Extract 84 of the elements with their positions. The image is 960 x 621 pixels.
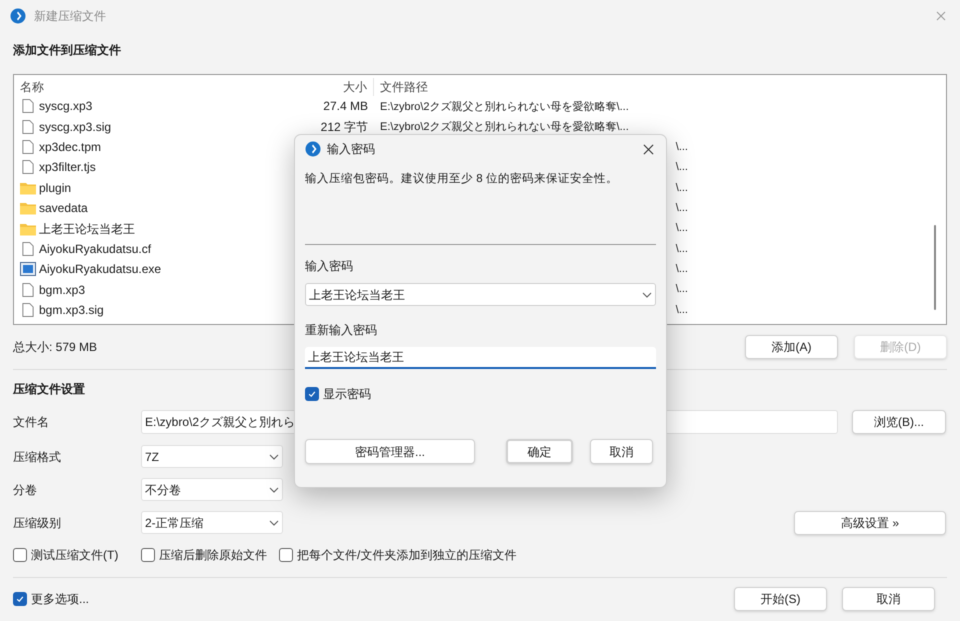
checkbox-label: 把每个文件/文件夹添加到独立的压缩文件: [297, 547, 516, 564]
chevron-down-icon: [269, 454, 279, 460]
checkbox[interactable]: [279, 548, 293, 562]
file-name: syscg.xp3.sig: [39, 118, 112, 136]
scrollbar-thumb[interactable]: [934, 225, 936, 310]
dialog-description: 输入压缩包密码。建议使用至少 8 位的密码来保证安全性。: [305, 171, 619, 187]
application-icon: [20, 262, 36, 276]
section-heading: 压缩文件设置: [13, 381, 85, 398]
select-dropdown[interactable]: 不分卷: [141, 478, 283, 501]
field-label: 重新输入密码: [305, 322, 378, 340]
field-label: 输入密码: [305, 258, 354, 276]
file-path: \...: [676, 282, 688, 298]
file-name: plugin: [39, 180, 72, 197]
file-name: xp3dec.tpm: [39, 138, 102, 156]
dialog-title: 输入密码: [327, 141, 375, 158]
file-path: E:\zybro\2クズ親父と別れられない母を愛欲略奪\...: [380, 121, 629, 134]
dialog-button[interactable]: 确定: [506, 439, 573, 464]
footer-button[interactable]: 取消: [842, 587, 935, 611]
advanced-settings-button[interactable]: 高级设置 »: [794, 510, 946, 534]
file-path: \...: [676, 180, 688, 196]
checkbox-label: 显示密码: [323, 386, 371, 404]
file-path: \...: [676, 140, 688, 155]
folder-icon: [20, 180, 36, 195]
column-header[interactable]: 名称: [14, 78, 314, 96]
checkbox[interactable]: [13, 548, 27, 562]
checkbox[interactable]: [13, 592, 27, 606]
field-label: 压缩级别: [13, 514, 62, 532]
folder-icon: [20, 201, 36, 216]
file-icon: [22, 98, 34, 114]
file-size: 212 字节: [320, 120, 368, 134]
window-title: 新建压缩文件: [34, 8, 106, 25]
file-path: \...: [676, 262, 688, 278]
close-icon: [643, 144, 654, 154]
column-header[interactable]: 文件路径: [374, 78, 946, 96]
select-dropdown[interactable]: 7Z: [141, 445, 283, 468]
section-heading: 添加文件到压缩文件: [13, 42, 121, 59]
file-name: bgm.xp3.sig: [39, 302, 104, 320]
file-icon: [22, 240, 34, 257]
file-name: AiyokuRyakudatsu.cf: [39, 240, 152, 258]
file-icon: [22, 282, 34, 298]
field-label: 文件名: [13, 414, 50, 431]
app-icon: [305, 141, 321, 157]
total-size: 总大小: 579 MB: [13, 339, 98, 356]
file-name: savedata: [39, 200, 88, 218]
folder-icon: [20, 222, 36, 236]
chevron-down-icon: [269, 520, 279, 526]
chevron-down-icon: [269, 486, 279, 492]
field-label: 分卷: [13, 482, 38, 498]
checkbox-label: 测试压缩文件(T): [31, 547, 118, 564]
file-path: E:\zybro\2クズ親父と別れられない母を愛欲略奪\...: [380, 100, 629, 113]
password-combo[interactable]: 上老王论坛当老王: [305, 283, 656, 306]
file-icon: [22, 159, 34, 176]
checkbox-label: 更多选项...: [31, 591, 90, 608]
chevron-down-icon: [642, 292, 652, 298]
file-path: \...: [676, 200, 688, 216]
dialog-button[interactable]: 密码管理器...: [305, 439, 475, 464]
browse-button[interactable]: 浏览(B)...: [852, 410, 946, 434]
file-path: \...: [676, 221, 688, 236]
list-button[interactable]: 添加(A): [745, 335, 838, 359]
file-path: \...: [676, 242, 688, 257]
file-icon: [22, 118, 34, 135]
file-name: syscg.xp3: [39, 98, 92, 116]
password-field[interactable]: 上老王论坛当老王: [305, 347, 656, 370]
field-label: 压缩格式: [13, 448, 62, 466]
file-name: bgm.xp3: [39, 282, 86, 299]
check-icon: [307, 389, 317, 400]
file-size: 27.4 MB: [323, 99, 368, 114]
file-name: AiyokuRyakudatsu.exe: [39, 261, 162, 278]
file-icon: [22, 302, 34, 318]
footer-button[interactable]: 开始(S): [734, 587, 827, 611]
checkbox[interactable]: [305, 387, 319, 402]
app-icon: [10, 8, 26, 24]
checkbox-label: 压缩后删除原始文件: [159, 547, 267, 564]
column-header[interactable]: 大小: [314, 78, 374, 96]
file-icon: [22, 138, 34, 155]
file-name: 上老王论坛当老王: [39, 220, 135, 238]
file-path: \...: [676, 160, 688, 176]
file-path: \...: [676, 302, 688, 318]
file-name: xp3filter.tjs: [39, 159, 96, 176]
check-icon: [15, 594, 25, 604]
checkbox[interactable]: [141, 548, 155, 562]
select-dropdown[interactable]: 2-正常压缩: [141, 511, 283, 534]
dialog-button[interactable]: 取消: [590, 439, 653, 464]
close-icon: [936, 11, 946, 21]
